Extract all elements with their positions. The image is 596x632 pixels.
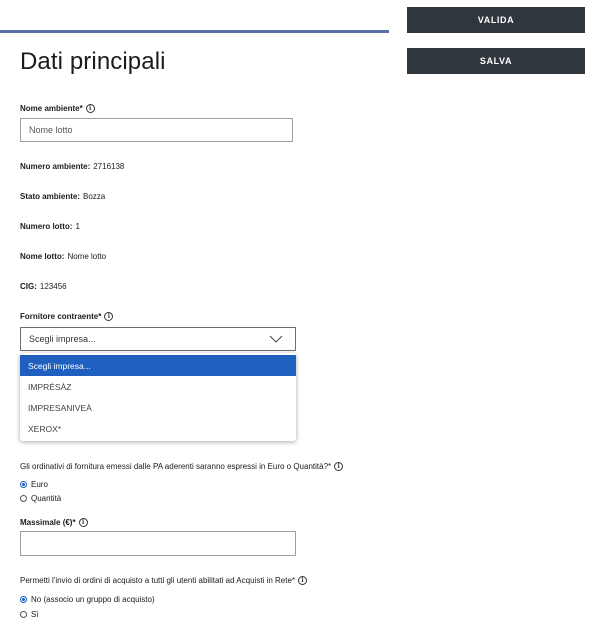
info-icon[interactable]: i	[334, 462, 344, 471]
ordinativi-question-text: Gli ordinativi di fornitura emessi dalle…	[20, 462, 332, 471]
massimale-input[interactable]	[20, 531, 296, 556]
radio-euro-label: Euro	[31, 480, 48, 489]
radio-euro[interactable]	[20, 481, 27, 488]
cig-row: CIG: 123456	[20, 282, 67, 291]
numero-lotto-label: Numero lotto:	[20, 222, 73, 231]
radio-quantita[interactable]	[20, 495, 27, 502]
dropdown-option[interactable]: IMPRÉSÀZ	[20, 376, 296, 397]
permetti-option-no[interactable]: No (associo un gruppo di acquisto)	[20, 595, 155, 604]
cig-label: CIG:	[20, 282, 37, 291]
radio-no-label: No (associo un gruppo di acquisto)	[31, 595, 155, 604]
numero-lotto-row: Numero lotto: 1	[20, 222, 80, 231]
nome-ambiente-label: Nome ambiente* i	[20, 104, 95, 113]
radio-si-label: Sì	[31, 610, 39, 619]
header-divider	[0, 30, 389, 33]
dropdown-option[interactable]: Scegli impresa...	[20, 355, 296, 376]
cig-value: 123456	[39, 282, 67, 291]
info-icon[interactable]: i	[104, 312, 114, 321]
numero-lotto-value: 1	[75, 222, 80, 231]
fornitore-label: Fornitore contraente* i	[20, 312, 114, 321]
stato-ambiente-label: Stato ambiente:	[20, 192, 81, 201]
info-icon[interactable]: i	[298, 576, 308, 585]
radio-no[interactable]	[20, 596, 27, 603]
nome-lotto-value: Nome lotto	[67, 252, 107, 261]
ordinativi-question: Gli ordinativi di fornitura emessi dalle…	[20, 462, 344, 471]
dropdown-option[interactable]: XEROX*	[20, 418, 296, 439]
nome-ambiente-input[interactable]: Nome lotto	[20, 118, 293, 142]
dropdown-option[interactable]: IMPRESANIVEÀ	[20, 397, 296, 418]
fornitore-dropdown: Scegli impresa... IMPRÉSÀZ IMPRESANIVEÀ …	[20, 353, 296, 441]
chevron-down-icon	[269, 335, 283, 343]
radio-quantita-label: Quantità	[31, 494, 62, 503]
nome-lotto-row: Nome lotto: Nome lotto	[20, 252, 106, 261]
permetti-question-text: Permetti l'invio di ordini di acquisto a…	[20, 576, 296, 585]
info-icon[interactable]: i	[78, 518, 88, 527]
fornitore-label-text: Fornitore contraente*	[20, 312, 102, 321]
fornitore-select[interactable]: Scegli impresa...	[20, 327, 296, 351]
numero-ambiente-value: 2716138	[93, 162, 125, 171]
valida-button[interactable]: VALIDA	[407, 7, 585, 33]
massimale-label: Massimale (€)* i	[20, 518, 88, 527]
ordinativi-option-quantita[interactable]: Quantità	[20, 494, 61, 503]
nome-ambiente-label-text: Nome ambiente*	[20, 104, 83, 113]
permetti-option-si[interactable]: Sì	[20, 610, 39, 619]
fornitore-selected-value: Scegli impresa...	[29, 334, 96, 344]
stato-ambiente-row: Stato ambiente: Bozza	[20, 192, 105, 201]
nome-lotto-label: Nome lotto:	[20, 252, 65, 261]
numero-ambiente-label: Numero ambiente:	[20, 162, 91, 171]
radio-si[interactable]	[20, 611, 27, 618]
page-title: Dati principali	[20, 48, 166, 75]
stato-ambiente-value: Bozza	[83, 192, 106, 201]
ordinativi-option-euro[interactable]: Euro	[20, 480, 48, 489]
info-icon[interactable]: i	[85, 104, 95, 113]
massimale-label-text: Massimale (€)*	[20, 518, 76, 527]
permetti-question: Permetti l'invio di ordini di acquisto a…	[20, 576, 308, 585]
numero-ambiente-row: Numero ambiente: 2716138	[20, 162, 124, 171]
salva-button[interactable]: SALVA	[407, 48, 585, 74]
